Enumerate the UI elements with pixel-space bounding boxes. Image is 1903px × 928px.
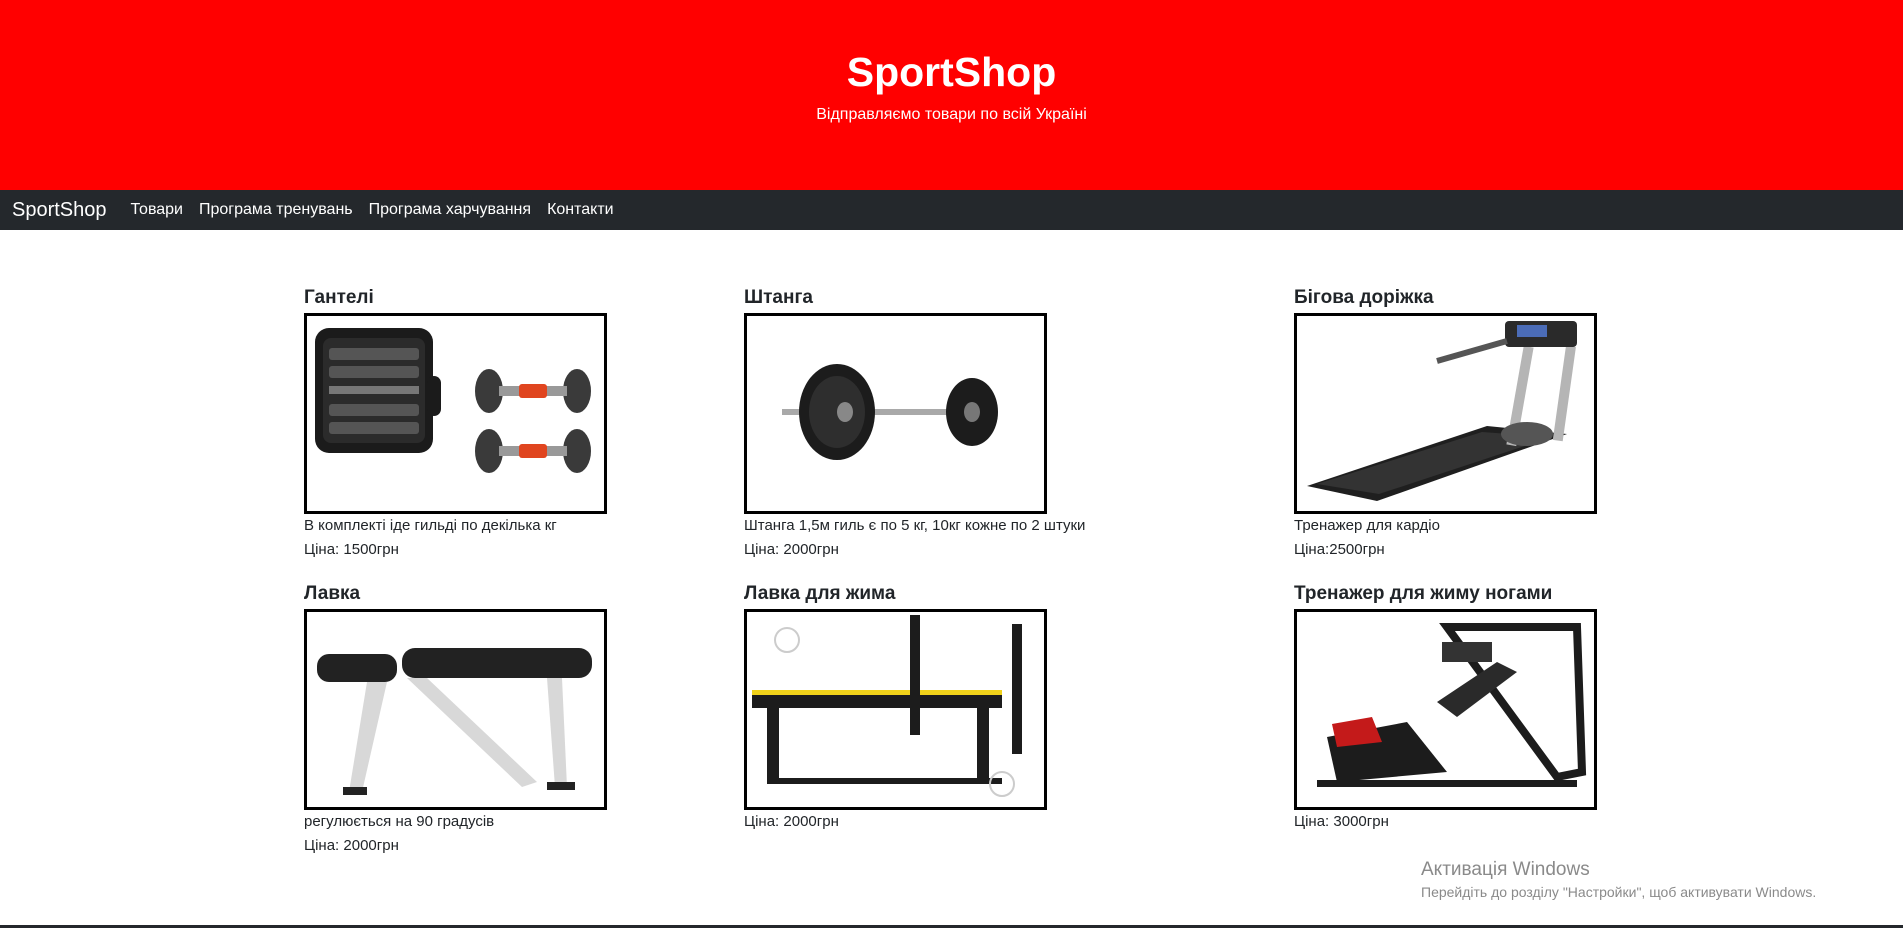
product-price: Ціна: 3000грн xyxy=(1294,813,1389,830)
product-price: Ціна: 2000грн xyxy=(304,837,399,854)
product-title: Лавка для жима xyxy=(744,583,896,604)
product-card-bench-press: Лавка для жима Ціна: 2000грн xyxy=(744,581,1264,834)
product-price: Ціна: 2000грн xyxy=(744,541,839,558)
dumbbell-set-image xyxy=(304,313,607,514)
site-subtitle: Відправляємо товари по всій Україні xyxy=(816,106,1087,123)
product-description: Штанга 1,5м гиль є по 5 кг, 10кг кожне п… xyxy=(744,517,1086,534)
product-title: Бігова доріжка xyxy=(1294,287,1434,308)
bench-press-image xyxy=(744,609,1047,810)
product-card-treadmill: Бігова доріжка Тренажер для кардіо Ціна:… xyxy=(1294,285,1814,562)
nav-link-training[interactable]: Програма тренувань xyxy=(199,201,353,219)
treadmill-icon xyxy=(1307,321,1577,501)
product-description: Тренажер для кардіо xyxy=(1294,517,1440,534)
treadmill-image xyxy=(1294,313,1597,514)
windows-activation-watermark: Активація Windows Перейдіть до розділу "… xyxy=(1421,858,1816,902)
product-title: Штанга xyxy=(744,287,813,308)
nav-link-contacts[interactable]: Контакти xyxy=(547,201,614,219)
watermark-title: Активація Windows xyxy=(1421,859,1590,880)
product-title: Тренажер для жиму ногами xyxy=(1294,583,1553,604)
nav-link-nutrition[interactable]: Програма харчування xyxy=(369,201,531,219)
hero-banner: SportShop Відправляємо товари по всій Ук… xyxy=(0,0,1903,190)
watermark-subtitle: Перейдіть до розділу "Настройки", щоб ак… xyxy=(1421,884,1817,900)
product-price: Ціна: 2000грн xyxy=(744,813,839,830)
barbell-image xyxy=(744,313,1047,514)
leg-press-icon xyxy=(1317,623,1587,787)
navbar-brand[interactable]: SportShop xyxy=(12,199,107,222)
product-card-leg-press: Тренажер для жиму ногами Ціна: 3000грн xyxy=(1294,581,1814,834)
nav-link-products[interactable]: Товари xyxy=(131,201,183,219)
site-title: SportShop xyxy=(846,49,1057,95)
leg-press-image xyxy=(1294,609,1597,810)
product-price: Ціна:2500грн xyxy=(1294,541,1385,558)
adjustable-bench-image xyxy=(304,609,607,810)
dumbbell-set-icon xyxy=(315,328,591,473)
adjustable-bench-icon xyxy=(317,648,592,795)
barbell-icon xyxy=(782,364,998,460)
top-navbar: SportShop Товари Програма тренувань Прог… xyxy=(0,190,1903,230)
product-card-barbell: Штанга Штанга 1,5м гиль є по 5 кг, 10кг … xyxy=(744,285,1264,562)
bench-press-icon xyxy=(752,615,1022,797)
